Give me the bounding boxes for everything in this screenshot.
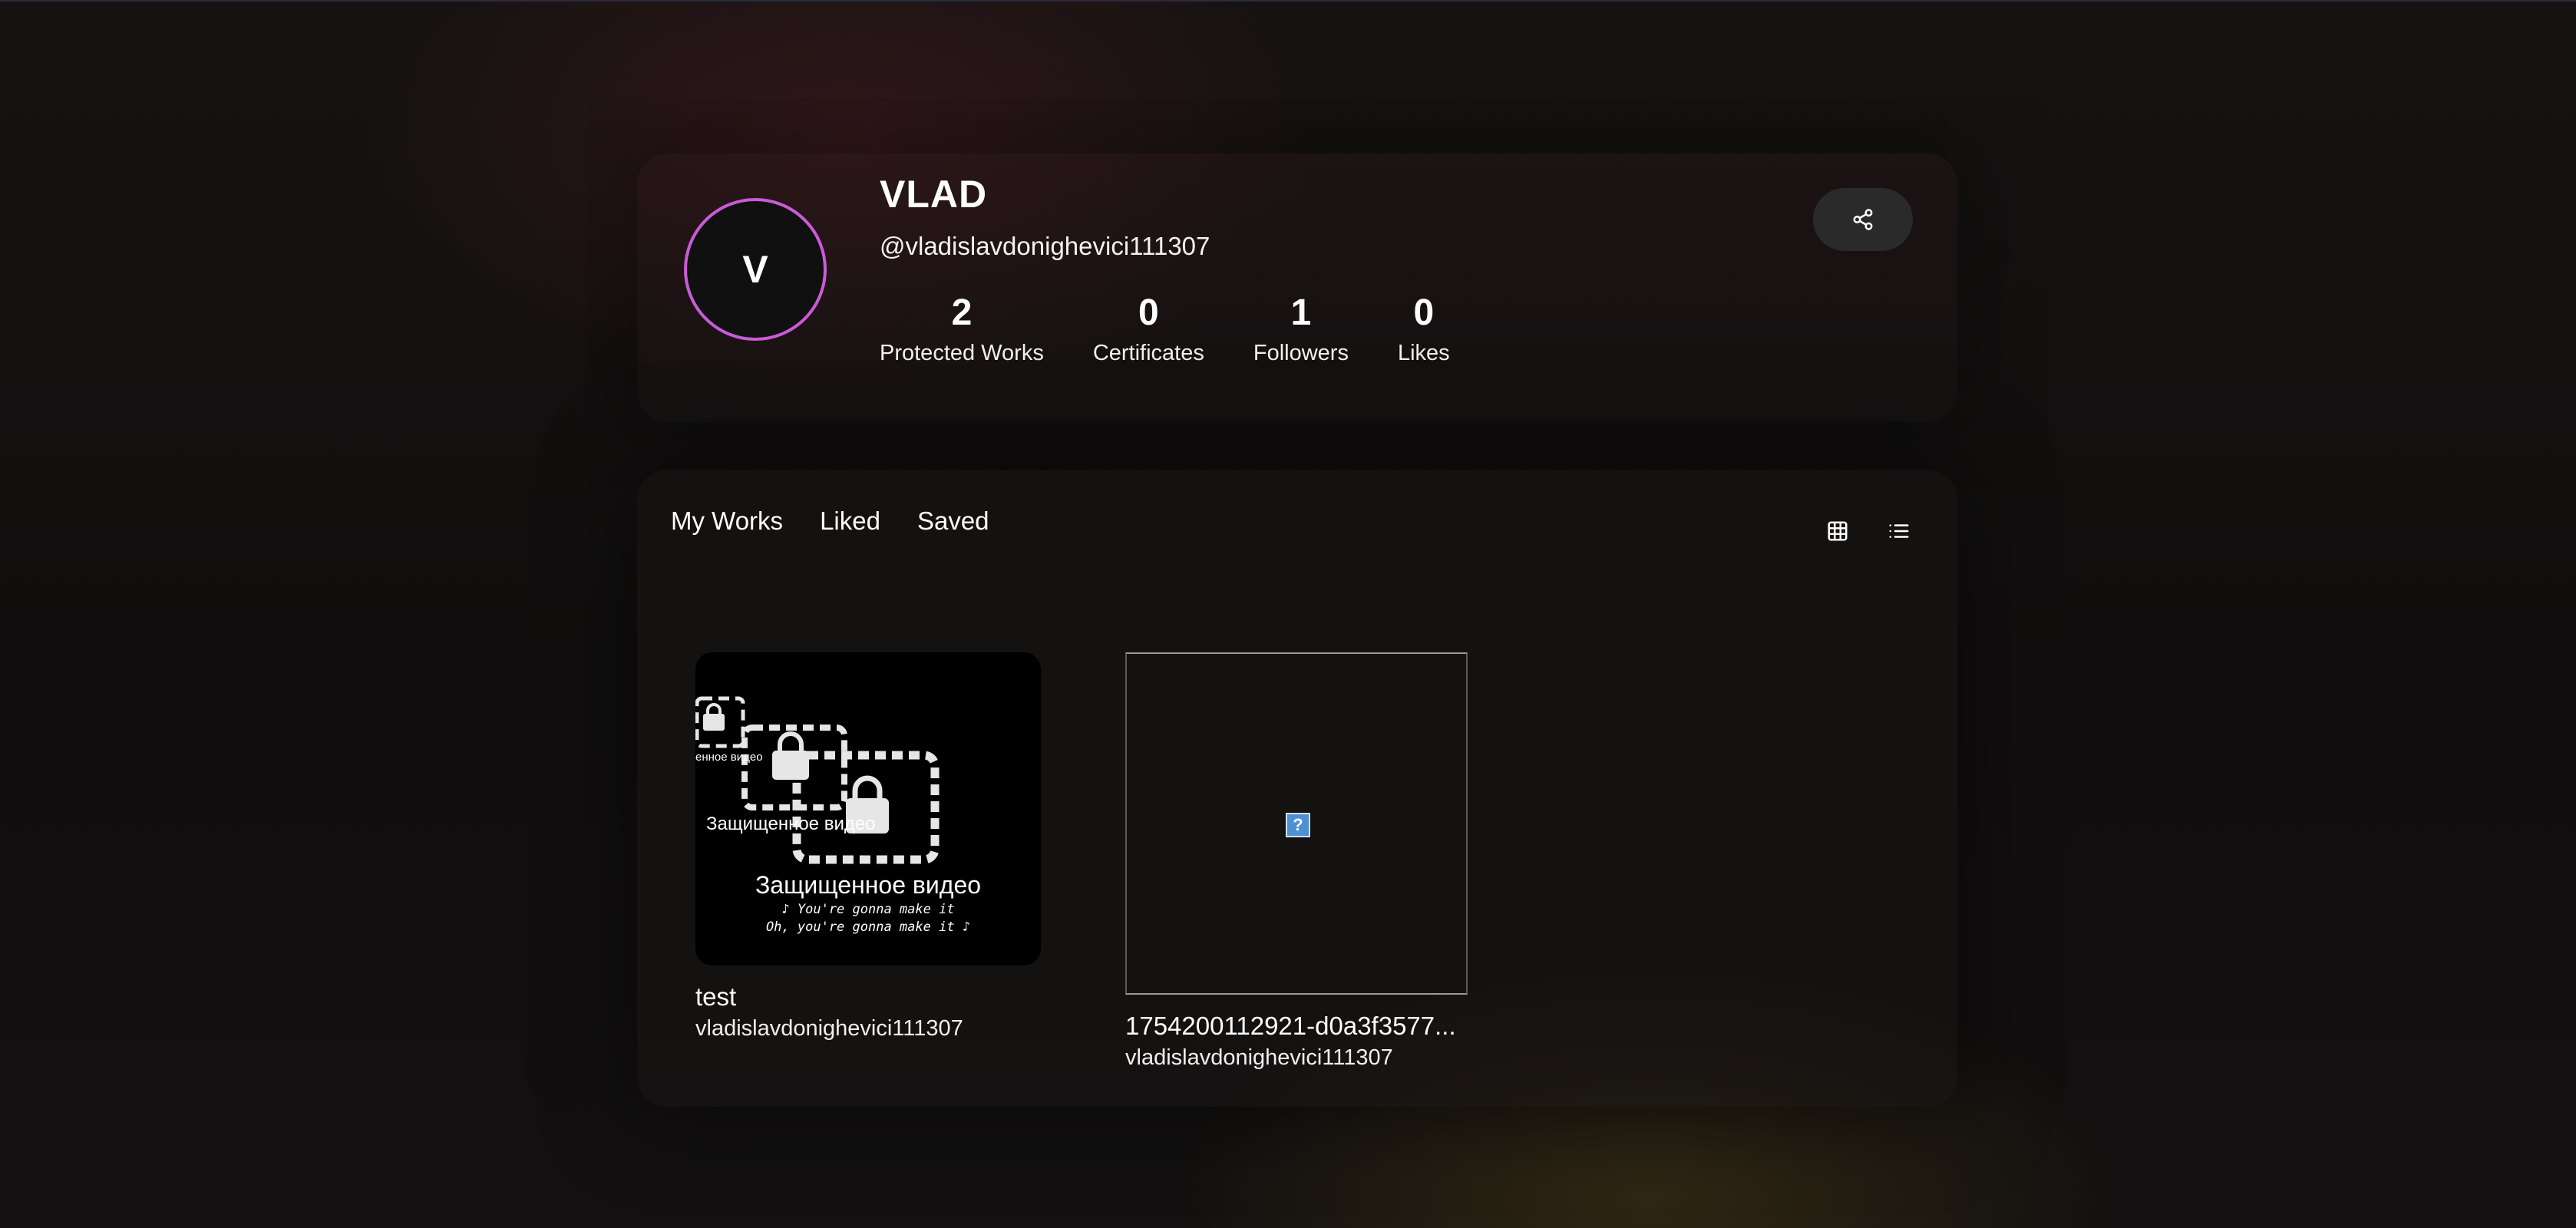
grid-view-icon <box>1828 521 1848 541</box>
share-icon <box>1853 209 1873 230</box>
works-tabs: My Works Liked Saved <box>671 507 989 536</box>
work-card[interactable]: ? 1754200112921-d0a3f3577... vladislavdo… <box>1125 652 1471 1071</box>
stat-value: 0 <box>1138 292 1159 333</box>
work-title[interactable]: test <box>695 982 1041 1012</box>
tab-my-works[interactable]: My Works <box>671 507 783 536</box>
stat-protected-works: 2 Protected Works <box>880 290 1044 366</box>
watermark-small-label: енное видео <box>695 751 763 764</box>
list-view-icon <box>1889 524 1909 538</box>
stat-label: Certificates <box>1092 341 1204 365</box>
tab-liked[interactable]: Liked <box>820 507 880 536</box>
stat-followers[interactable]: 1 Followers <box>1253 290 1349 366</box>
stat-label: Protected Works <box>880 341 1044 365</box>
watermark-lyric-line-1: ♪ You're gonna make it <box>781 902 955 917</box>
list-view-button[interactable] <box>1884 516 1914 546</box>
stat-value: 2 <box>951 292 973 333</box>
watermark-mid-label: Защищенное видео <box>706 814 876 834</box>
work-author[interactable]: vladislavdonighevici111307 <box>1125 1045 1471 1071</box>
broken-image-glyph: ? <box>1293 815 1303 834</box>
protected-watermark <box>695 696 940 864</box>
work-title[interactable]: 1754200112921-d0a3f3577... <box>1125 1012 1471 1041</box>
share-button[interactable] <box>1813 188 1913 251</box>
stat-label: Followers <box>1253 341 1349 365</box>
user-handle: @vladislavdonighevici111307 <box>880 232 1210 260</box>
stat-value: 1 <box>1290 292 1312 333</box>
grid-view-button[interactable] <box>1822 516 1853 546</box>
stat-label: Likes <box>1397 341 1450 365</box>
stat-value: 0 <box>1413 292 1435 333</box>
tab-saved[interactable]: Saved <box>917 507 989 536</box>
watermark-lyric-line-2: Oh, you're gonna make it ♪ <box>765 919 971 935</box>
avatar: V <box>684 198 827 341</box>
top-divider <box>0 0 2576 2</box>
profile-page: V VLAD @vladislavdonighevici111307 2 Pro… <box>0 0 2576 1228</box>
profile-card <box>637 154 1957 422</box>
display-name: VLAD <box>880 173 988 216</box>
work-thumbnail[interactable]: енное видео Защищенное видео Защищенное … <box>695 652 1041 966</box>
stat-likes: 0 Likes <box>1398 290 1450 366</box>
profile-stats: 2 Protected Works 0 Certificates 1 Follo… <box>880 290 1450 366</box>
stat-certificates: 0 Certificates <box>1093 290 1204 366</box>
broken-image-icon: ? <box>1286 813 1310 837</box>
work-card[interactable]: енное видео Защищенное видео Защищенное … <box>695 652 1041 1041</box>
watermark-main-label: Защищенное видео <box>755 871 982 899</box>
work-thumbnail[interactable]: ? <box>1125 652 1468 995</box>
work-author[interactable]: vladislavdonighevici111307 <box>695 1016 1041 1041</box>
avatar-initial: V <box>742 248 768 291</box>
